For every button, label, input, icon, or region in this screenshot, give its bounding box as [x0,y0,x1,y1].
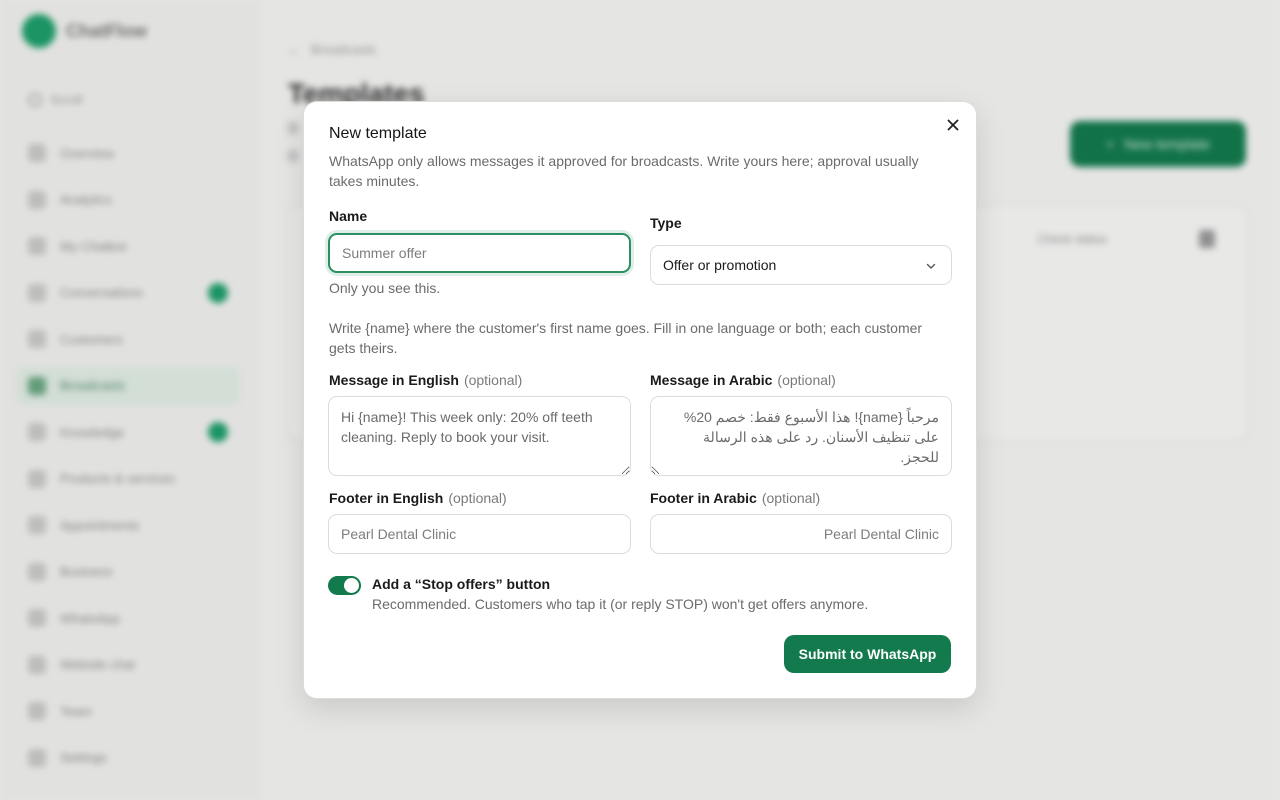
message-ar-label-text: Message in Arabic [650,372,773,388]
footer-en-input[interactable] [328,514,631,554]
optional-tag: (optional) [463,372,523,388]
new-template-dialog: New template WhatsApp only allows messag… [303,101,977,699]
message-ar-label: Message in Arabic (optional) [650,372,836,388]
placeholder-instructions: Write {name} where the customer's first … [329,320,923,356]
message-en-label: Message in English (optional) [329,372,522,388]
stop-offers-hint: Recommended. Customers who tap it (or re… [372,596,869,612]
footer-ar-input[interactable] [650,514,952,554]
type-select-value: Offer or promotion [663,257,777,273]
message-en-label-text: Message in English [329,372,459,388]
dialog-description: WhatsApp only allows messages it approve… [329,153,919,189]
stop-offers-toggle[interactable] [328,576,361,595]
optional-tag: (optional) [761,490,821,506]
footer-en-label: Footer in English (optional) [329,490,507,506]
type-label: Type [650,215,682,231]
optional-tag: (optional) [777,372,836,388]
stop-offers-label: Add a “Stop offers” button [372,576,551,592]
message-ar-textarea[interactable]: مرحباً {name}! هذا الأسبوع فقط: خصم 20% … [650,396,952,476]
toggle-knob [344,578,359,593]
chevron-down-icon [926,263,936,269]
footer-ar-label: Footer in Arabic (optional) [650,490,820,506]
name-hint: Only you see this. [329,280,441,296]
type-select[interactable]: Offer or promotion [650,245,952,285]
footer-en-label-text: Footer in English [329,490,444,506]
name-label: Name [329,208,368,224]
footer-ar-label-text: Footer in Arabic [650,490,757,506]
message-en-textarea[interactable]: Hi {name}! This week only: 20% off teeth… [328,396,631,476]
close-button[interactable] [944,116,962,134]
submit-to-whatsapp-button[interactable]: Submit to WhatsApp [784,635,951,673]
name-input[interactable] [328,233,631,273]
close-icon [947,119,959,131]
dialog-title: New template [329,125,427,142]
optional-tag: (optional) [448,490,507,506]
